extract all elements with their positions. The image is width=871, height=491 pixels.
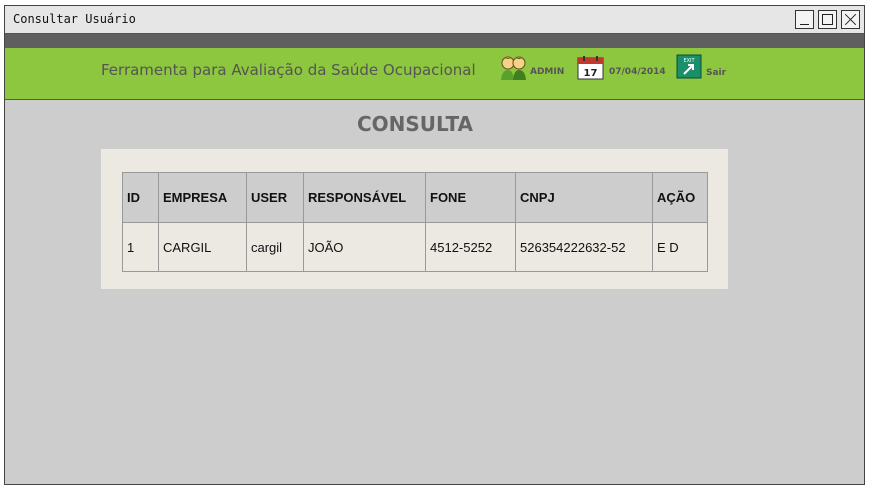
calendar-day: 17 <box>584 68 598 79</box>
app-title: Ferramenta para Avaliação da Saúde Ocupa… <box>101 61 476 79</box>
page-title: CONSULTA <box>356 112 474 136</box>
app-window: Consultar Usuário Ferramenta para Avalia… <box>4 5 865 485</box>
cell-cnpj: 526354222632-52 <box>515 222 653 272</box>
results-panel: ID EMPRESA USER RESPONSÁVEL FONE CNPJ AÇ… <box>101 149 728 289</box>
user-label: ADMIN <box>530 67 565 77</box>
app-header: Ferramenta para Avaliação da Saúde Ocupa… <box>5 48 864 100</box>
users-icon <box>501 56 526 80</box>
top-divider-bar <box>5 34 864 48</box>
exit-icon-text: EXIT <box>683 58 695 64</box>
column-header-id: ID <box>122 172 159 223</box>
calendar-icon: 17 <box>577 56 604 80</box>
results-table: ID EMPRESA USER RESPONSÁVEL FONE CNPJ AÇ… <box>122 172 708 272</box>
column-header-acao: AÇÃO <box>652 172 708 223</box>
cell-acao-actions[interactable]: E D <box>652 222 708 272</box>
cell-responsavel: JOÃO <box>303 222 426 272</box>
cell-id: 1 <box>122 222 159 272</box>
column-header-empresa: EMPRESA <box>158 172 247 223</box>
exit-icon[interactable]: EXIT <box>676 54 702 79</box>
column-header-user: USER <box>246 172 304 223</box>
window-title: Consultar Usuário <box>13 12 136 26</box>
minimize-button[interactable] <box>795 10 814 29</box>
column-header-responsavel: RESPONSÁVEL <box>303 172 426 223</box>
table-row[interactable]: 1 CARGIL cargil JOÃO 4512-5252 526354222… <box>122 222 708 272</box>
date-label: 07/04/2014 <box>609 67 666 77</box>
table-header-row: ID EMPRESA USER RESPONSÁVEL FONE CNPJ AÇ… <box>122 172 708 223</box>
exit-link[interactable]: Sair <box>706 68 726 78</box>
cell-fone: 4512-5252 <box>425 222 516 272</box>
cell-user: cargil <box>246 222 304 272</box>
window-titlebar[interactable]: Consultar Usuário <box>5 6 864 34</box>
maximize-button[interactable] <box>818 10 837 29</box>
cell-empresa: CARGIL <box>158 222 247 272</box>
column-header-fone: FONE <box>425 172 516 223</box>
close-button[interactable] <box>841 10 860 29</box>
column-header-cnpj: CNPJ <box>515 172 653 223</box>
